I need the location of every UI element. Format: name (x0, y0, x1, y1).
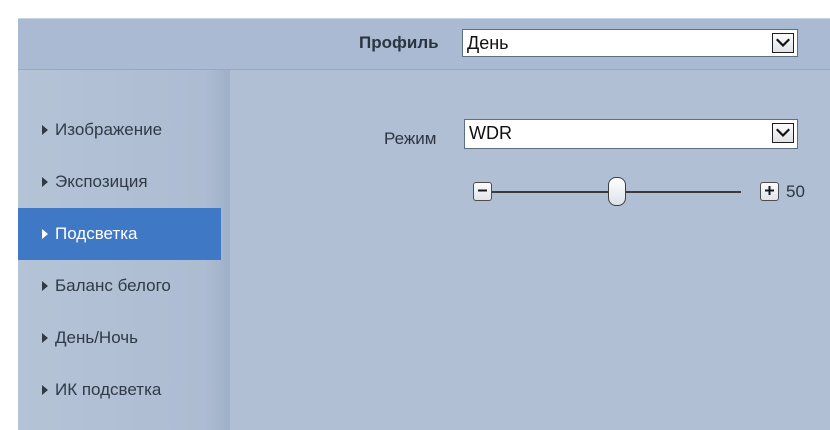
sidebar-item-backlight[interactable]: Подсветка (18, 208, 221, 260)
sidebar-item-label: Подсветка (55, 224, 138, 243)
profile-label: Профиль (359, 33, 439, 52)
triangle-right-icon (42, 125, 48, 135)
sidebar-item-ir-light[interactable]: ИК подсветка (18, 364, 221, 416)
slider-value: 50 (786, 182, 805, 201)
plus-icon (764, 183, 775, 201)
triangle-right-icon (42, 229, 48, 239)
slider-thumb[interactable] (608, 177, 626, 206)
sidebar-item-day-night[interactable]: День/Ночь (18, 312, 221, 364)
chevron-down-icon[interactable] (772, 33, 794, 53)
settings-window: Профиль День Изображение Экспозиция Подс… (0, 0, 830, 430)
sidebar-item-exposure[interactable]: Экспозиция (18, 156, 221, 208)
triangle-right-icon (42, 385, 48, 395)
minus-icon (477, 183, 488, 201)
slider-decrease-button[interactable] (473, 182, 492, 201)
mode-label: Режим (384, 129, 437, 148)
sidebar: Изображение Экспозиция Подсветка Баланс … (18, 70, 230, 430)
profile-select[interactable]: День (462, 29, 798, 57)
mode-select-value: WDR (469, 123, 512, 143)
sidebar-item-label: Изображение (55, 120, 163, 139)
sidebar-item-label: ИК подсветка (55, 380, 162, 399)
wdr-slider[interactable]: 50 (473, 177, 830, 207)
sidebar-item-image[interactable]: Изображение (18, 104, 221, 156)
triangle-right-icon (42, 333, 48, 343)
main-panel: Изображение Экспозиция Подсветка Баланс … (18, 70, 830, 430)
sidebar-item-label: Экспозиция (55, 172, 148, 191)
profile-bar: Профиль День (18, 18, 830, 70)
profile-select-value: День (467, 33, 509, 53)
triangle-right-icon (42, 281, 48, 291)
mode-select[interactable]: WDR (464, 119, 798, 149)
triangle-right-icon (42, 177, 48, 187)
slider-increase-button[interactable] (760, 182, 779, 201)
sidebar-item-label: Баланс белого (55, 276, 171, 295)
sidebar-item-white-balance[interactable]: Баланс белого (18, 260, 221, 312)
chevron-down-icon[interactable] (772, 123, 794, 143)
sidebar-item-label: День/Ночь (55, 328, 139, 347)
